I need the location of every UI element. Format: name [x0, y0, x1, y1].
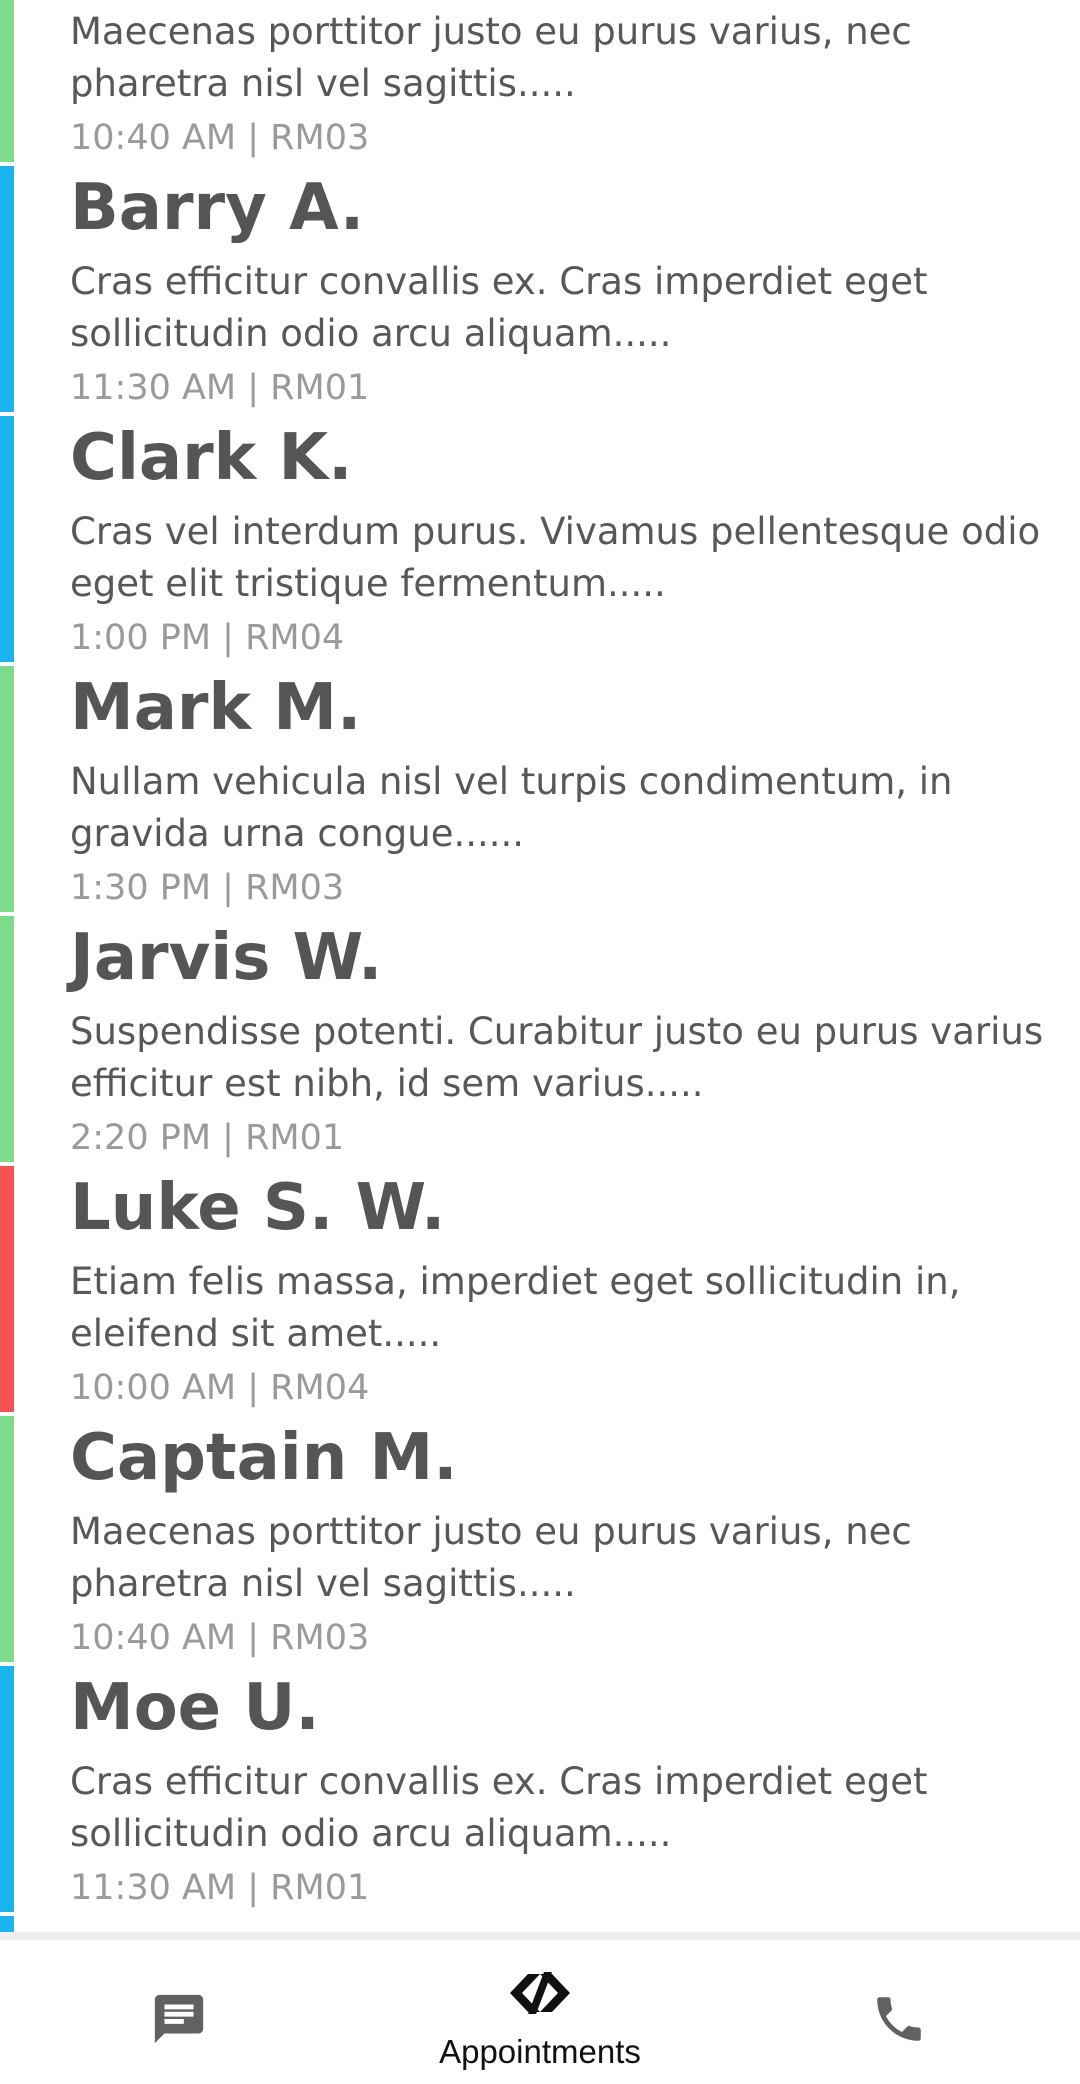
appointment-description: Cras vel interdum purus. Vivamus pellent…: [70, 510, 1041, 605]
status-bar: [0, 166, 14, 412]
appointment-description: Cras efficitur convallis ex. Cras imperd…: [70, 260, 928, 355]
status-bar: [0, 1666, 14, 1912]
appointment-description: Maecenas porttitor justo eu purus varius…: [70, 1510, 912, 1605]
appointment-time-room: 10:40 AM | RM03: [70, 1618, 370, 1658]
status-bar: [0, 416, 14, 662]
appointment-description: Etiam felis massa, imperdiet eget sollic…: [70, 1260, 961, 1355]
patient-name: Luke S. W.: [70, 1171, 446, 1245]
status-bar: [0, 1916, 14, 1932]
appointment-description: Cras efficitur convallis ex. Cras imperd…: [70, 1760, 928, 1855]
appointment-time-room: 1:00 PM | RM04: [70, 618, 345, 658]
appointment-time-room: 11:30 AM | RM01: [70, 1868, 370, 1908]
appointment-time-room: 10:40 AM | RM03: [70, 118, 370, 158]
nav-messages-button[interactable]: [0, 1940, 360, 2084]
patient-name: Captain M.: [70, 1421, 458, 1495]
appointment-description: Maecenas porttitor justo eu purus varius…: [70, 10, 912, 105]
appointment-time-room: 10:00 AM | RM04: [70, 1368, 370, 1408]
appointment-item[interactable]: Luke S. W. Etiam felis massa, imperdiet …: [0, 1166, 1080, 1412]
nav-appointments-button[interactable]: Appointments: [360, 1940, 720, 2084]
patient-name: Mark M.: [70, 671, 362, 745]
appointment-item-partial[interactable]: [0, 1916, 1080, 1932]
appointment-list[interactable]: Maecenas porttitor justo eu purus varius…: [0, 0, 1080, 1932]
nav-appointments-label: Appointments: [439, 2033, 641, 2070]
patient-name: Barry A.: [70, 171, 365, 245]
bottom-navigation: Appointments: [0, 1932, 1080, 2084]
patient-name: Jarvis W.: [70, 921, 383, 995]
appointment-item[interactable]: Moe U. Cras efficitur convallis ex. Cras…: [0, 1666, 1080, 1912]
appointment-item[interactable]: Captain M. Maecenas porttitor justo eu p…: [0, 1416, 1080, 1662]
appointment-item[interactable]: Clark K. Cras vel interdum purus. Vivamu…: [0, 416, 1080, 662]
status-bar: [0, 0, 14, 162]
appointments-logo-icon: [510, 1972, 570, 2014]
appointments-screen: Maecenas porttitor justo eu purus varius…: [0, 0, 1080, 2084]
status-bar: [0, 916, 14, 1162]
appointment-time-room: 11:30 AM | RM01: [70, 368, 370, 408]
appointment-item[interactable]: Barry A. Cras efficitur convallis ex. Cr…: [0, 166, 1080, 412]
phone-icon: [877, 1997, 921, 2041]
appointment-time-room: 2:20 PM | RM01: [70, 1118, 345, 1158]
appointment-item[interactable]: Mark M. Nullam vehicula nisl vel turpis …: [0, 666, 1080, 912]
patient-name: Moe U.: [70, 1671, 320, 1745]
appointment-time-room: 1:30 PM | RM03: [70, 868, 345, 908]
nav-call-button[interactable]: [720, 1940, 1080, 2084]
status-bar: [0, 666, 14, 912]
appointment-description: Nullam vehicula nisl vel turpis condimen…: [70, 760, 953, 855]
status-bar: [0, 1166, 14, 1412]
patient-name: Clark K.: [70, 421, 353, 495]
appointment-item[interactable]: Jarvis W. Suspendisse potenti. Curabitur…: [0, 916, 1080, 1162]
appointment-item[interactable]: Maecenas porttitor justo eu purus varius…: [0, 0, 1080, 162]
message-icon: [154, 1994, 204, 2044]
status-bar: [0, 1416, 14, 1662]
appointment-description: Suspendisse potenti. Curabitur justo eu …: [70, 1010, 1044, 1105]
